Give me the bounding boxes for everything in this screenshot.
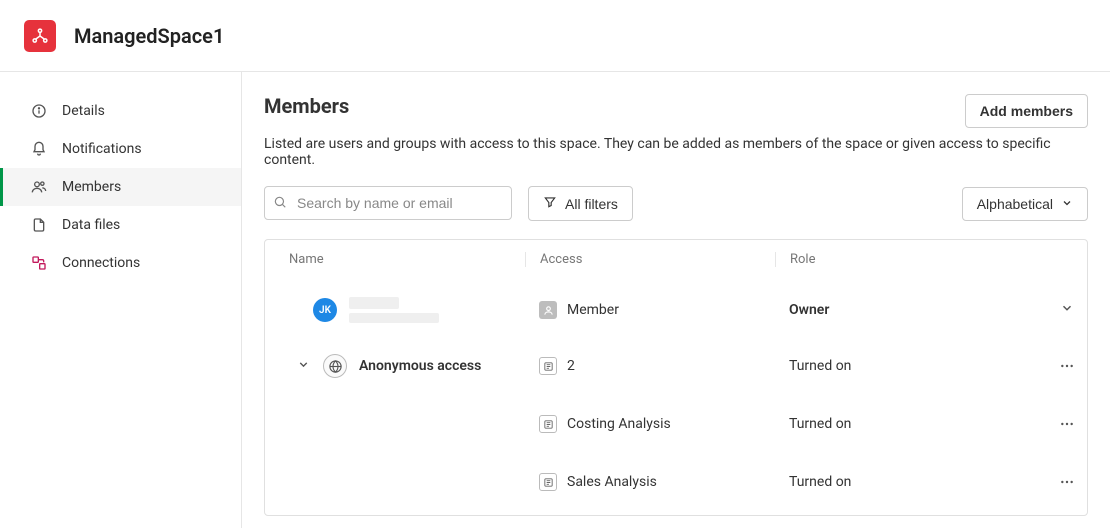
main-content: Members Add members Listed are users and…	[242, 72, 1110, 528]
role-label: Turned on	[789, 416, 851, 432]
members-table: Name Access Role JK	[264, 239, 1088, 516]
bell-icon	[30, 140, 48, 158]
table-row: JK Member Owner	[265, 283, 1087, 337]
chevron-down-icon[interactable]	[1060, 301, 1074, 319]
more-button[interactable]	[1052, 409, 1082, 439]
space-logo	[24, 20, 56, 52]
add-members-button[interactable]: Add members	[965, 94, 1088, 128]
sidebar-item-connections[interactable]: Connections	[0, 244, 241, 282]
row-name: Anonymous access	[359, 358, 481, 374]
access-label: Member	[567, 302, 619, 318]
sidebar: Details Notifications Members Data files…	[0, 72, 242, 528]
sidebar-item-details[interactable]: Details	[0, 92, 241, 130]
header: ManagedSpace1	[0, 0, 1110, 72]
role-label: Turned on	[789, 474, 851, 490]
column-access: Access	[525, 252, 775, 267]
sidebar-item-label: Details	[62, 103, 105, 119]
redacted-name	[349, 297, 439, 323]
column-role: Role	[775, 252, 1025, 267]
members-icon	[30, 178, 48, 196]
table-row: Costing Analysis Turned on	[265, 395, 1087, 453]
search-wrap	[264, 186, 512, 221]
sidebar-item-label: Data files	[62, 217, 120, 233]
role-label: Owner	[789, 302, 829, 318]
page-space-title: ManagedSpace1	[74, 24, 224, 48]
page-title: Members	[264, 94, 349, 118]
table-row: Sales Analysis Turned on	[265, 453, 1087, 511]
column-name: Name	[275, 252, 525, 267]
search-icon	[273, 195, 287, 213]
connections-icon	[30, 254, 48, 272]
globe-icon	[323, 354, 347, 378]
file-icon	[30, 216, 48, 234]
sidebar-item-members[interactable]: Members	[0, 168, 241, 206]
more-icon	[1059, 358, 1075, 374]
app-icon	[539, 473, 557, 491]
sidebar-item-notifications[interactable]: Notifications	[0, 130, 241, 168]
chevron-down-icon[interactable]	[297, 358, 311, 375]
more-icon	[1059, 416, 1075, 432]
access-label: Sales Analysis	[567, 474, 657, 490]
table-header: Name Access Role	[265, 240, 1087, 279]
filter-icon	[543, 195, 557, 212]
table-row: Anonymous access 2 Turned on	[265, 337, 1087, 395]
sort-button[interactable]: Alphabetical	[962, 187, 1088, 221]
info-icon	[30, 102, 48, 120]
search-input[interactable]	[264, 186, 512, 220]
member-badge-icon	[539, 301, 557, 319]
more-icon	[1059, 474, 1075, 490]
sidebar-item-label: Notifications	[62, 141, 142, 157]
more-button[interactable]	[1052, 351, 1082, 381]
filters-button[interactable]: All filters	[528, 186, 633, 221]
filters-label: All filters	[565, 196, 618, 212]
access-label: Costing Analysis	[567, 416, 671, 432]
avatar: JK	[313, 298, 337, 322]
sort-label: Alphabetical	[977, 196, 1053, 212]
app-icon	[539, 415, 557, 433]
access-label: 2	[567, 358, 575, 374]
role-label: Turned on	[789, 358, 851, 374]
page-description: Listed are users and groups with access …	[264, 136, 1088, 168]
sidebar-item-label: Connections	[62, 255, 140, 271]
chevron-down-icon	[1061, 196, 1073, 212]
more-button[interactable]	[1052, 467, 1082, 497]
sidebar-item-label: Members	[62, 179, 121, 195]
sidebar-item-data-files[interactable]: Data files	[0, 206, 241, 244]
app-count-icon	[539, 357, 557, 375]
